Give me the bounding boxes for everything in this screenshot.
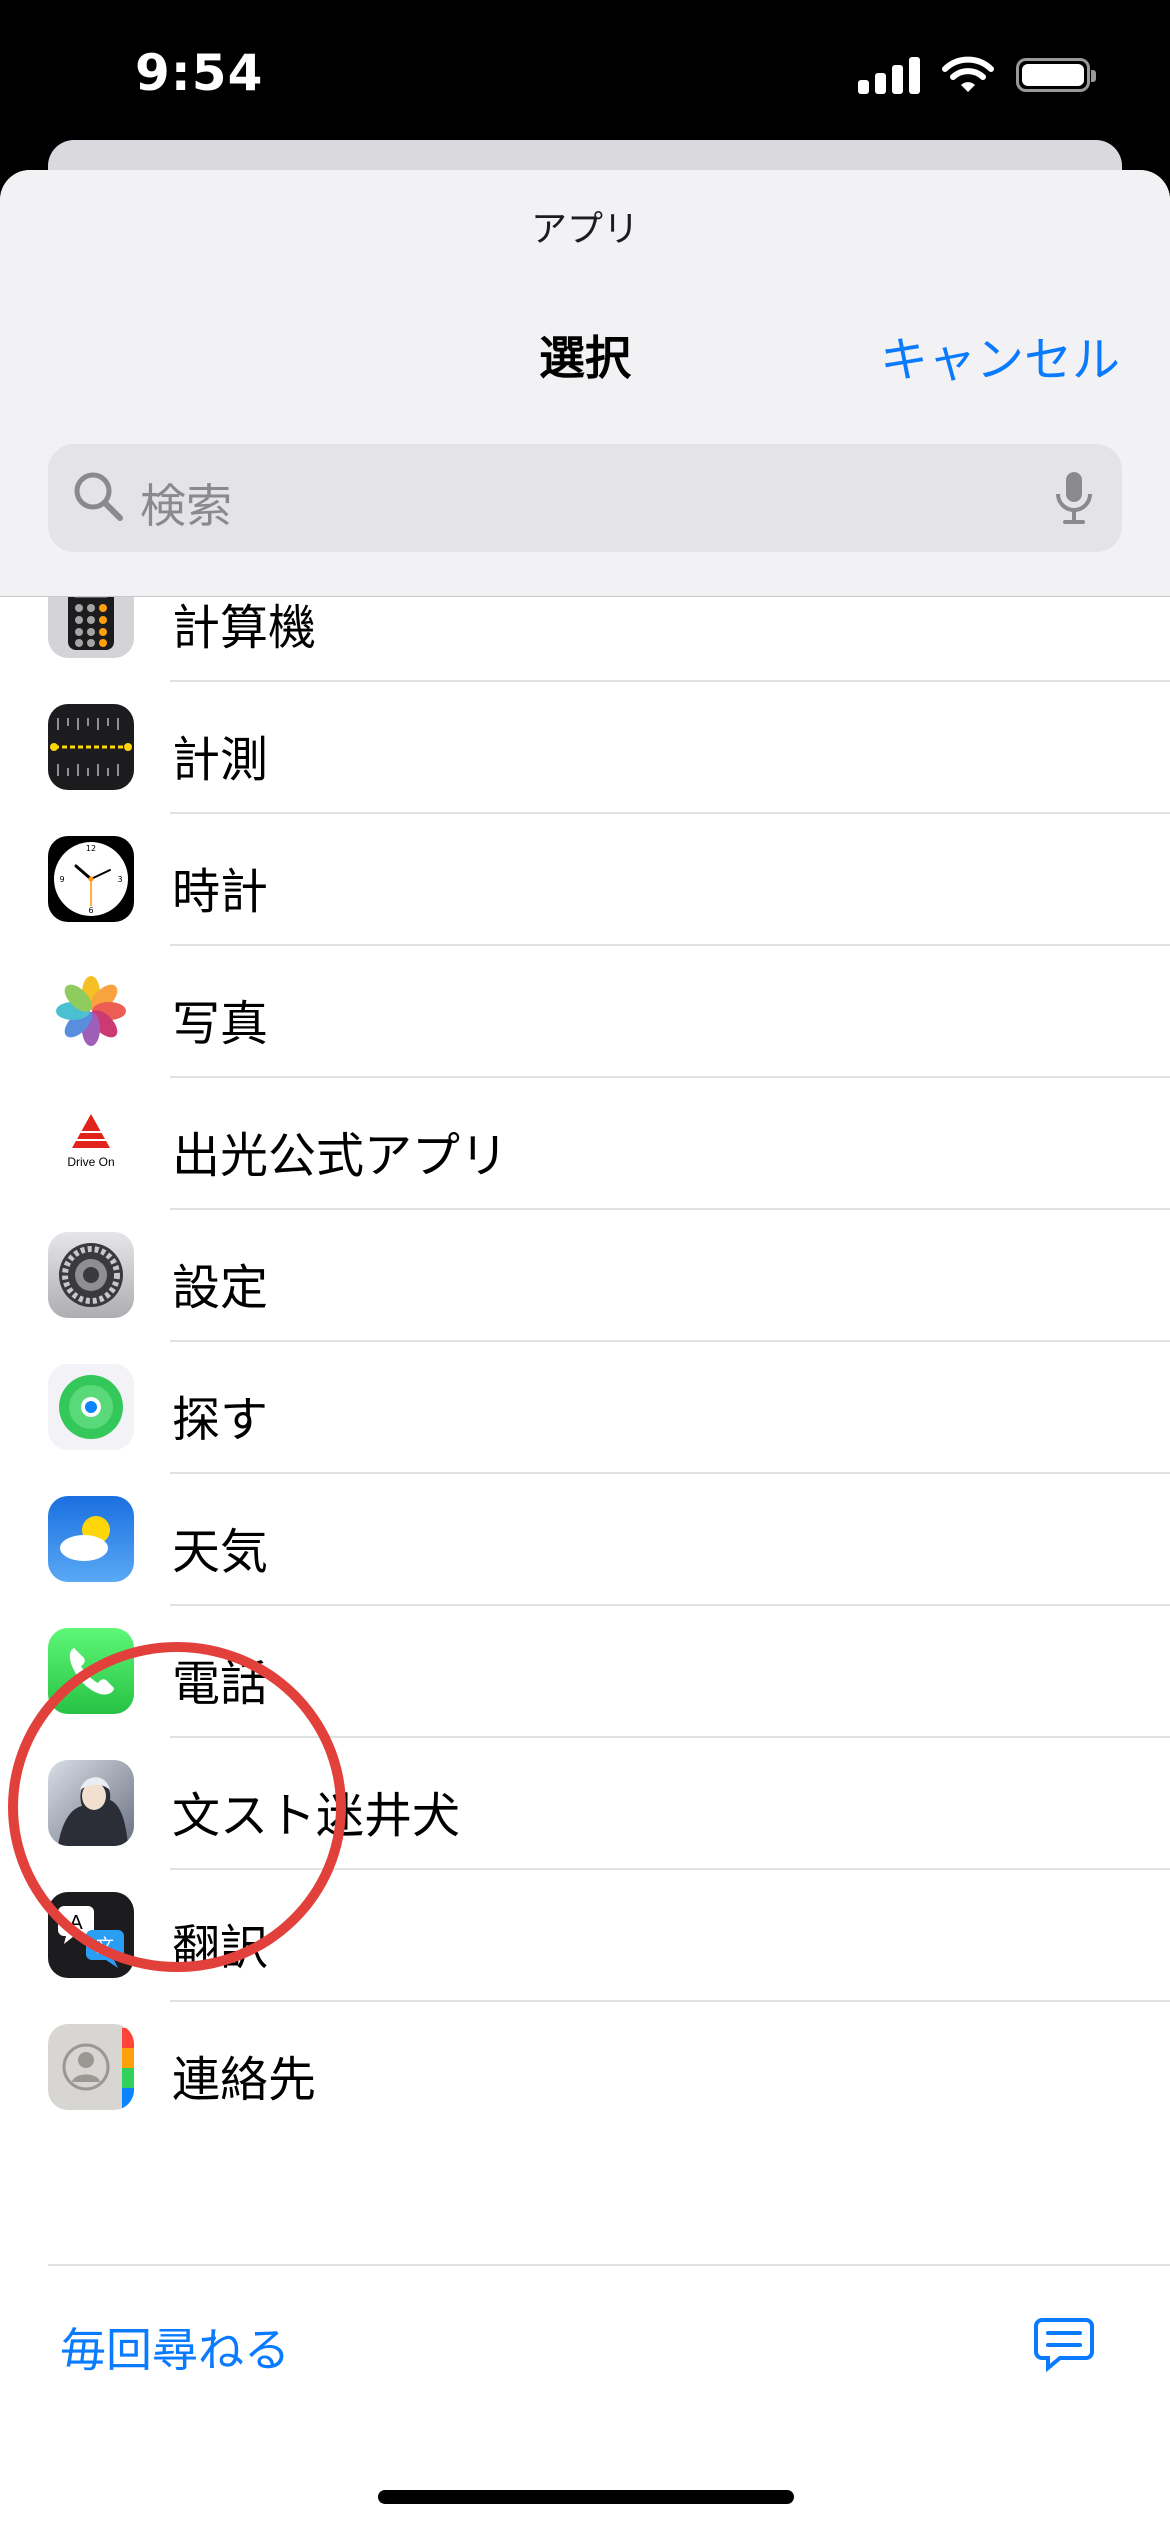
app-row-find-my[interactable]: 探す <box>0 1342 1170 1474</box>
app-label: 天気 <box>172 1524 269 1580</box>
sheet-header: アプリ 選択 キャンセル 検索 <box>0 170 1170 597</box>
app-row-clock[interactable]: 12 3 6 9 時計 <box>0 814 1170 946</box>
weather-icon <box>48 1496 134 1582</box>
measure-icon <box>48 704 134 790</box>
app-row-weather[interactable]: 天気 <box>0 1474 1170 1606</box>
search-icon <box>74 472 123 521</box>
clock-icon: 12 3 6 9 <box>48 836 134 922</box>
microphone-icon[interactable] <box>1054 470 1094 526</box>
contacts-icon <box>48 2024 134 2110</box>
app-row-idemitsu[interactable]: Drive On 出光公式アプリ <box>0 1078 1170 1210</box>
cellular-signal-icon <box>858 56 920 94</box>
app-label: 時計 <box>172 864 269 920</box>
app-label: 探す <box>172 1392 269 1448</box>
app-label: 連絡先 <box>172 2052 317 2108</box>
home-indicator[interactable] <box>378 2490 794 2504</box>
settings-icon <box>48 1232 134 1318</box>
svg-text:12: 12 <box>86 844 96 853</box>
svg-text:9: 9 <box>59 875 64 884</box>
photos-icon <box>48 968 134 1054</box>
app-label: 出光公式アプリ <box>172 1128 509 1184</box>
highlight-circle <box>8 1642 346 1972</box>
app-row-contacts[interactable]: 連絡先 <box>0 2002 1170 2134</box>
svg-text:3: 3 <box>117 875 122 884</box>
search-input[interactable]: 検索 <box>48 444 1122 552</box>
app-row-measure[interactable]: 計測 <box>0 682 1170 814</box>
battery-icon <box>1016 58 1096 92</box>
footer-divider <box>48 2264 1170 2266</box>
app-label: 写真 <box>172 996 269 1052</box>
wifi-icon <box>942 56 994 92</box>
app-row-settings[interactable]: 設定 <box>0 1210 1170 1342</box>
app-label: 計算機 <box>172 600 317 656</box>
ask-every-time-button[interactable]: 毎回尋ねる <box>60 2314 290 2380</box>
search-placeholder: 検索 <box>140 479 232 533</box>
cancel-button[interactable]: キャンセル <box>880 320 1120 390</box>
app-picker-sheet: アプリ 選択 キャンセル 検索 株価 <box>0 170 1170 2532</box>
status-icons <box>858 56 1096 94</box>
drive-on-icon: Drive On <box>48 1100 134 1186</box>
app-label: 計測 <box>172 732 269 788</box>
chat-bubble-icon[interactable] <box>1034 2316 1094 2372</box>
svg-text:6: 6 <box>88 906 93 915</box>
app-label: 設定 <box>172 1260 269 1316</box>
status-time: 9:54 <box>135 44 264 102</box>
app-row-photos[interactable]: 写真 <box>0 946 1170 1078</box>
sheet-caption: アプリ <box>530 209 639 250</box>
find-my-icon <box>48 1364 134 1450</box>
drive-on-icon-text: Drive On <box>67 1155 114 1169</box>
status-bar: 9:54 <box>0 0 1170 150</box>
